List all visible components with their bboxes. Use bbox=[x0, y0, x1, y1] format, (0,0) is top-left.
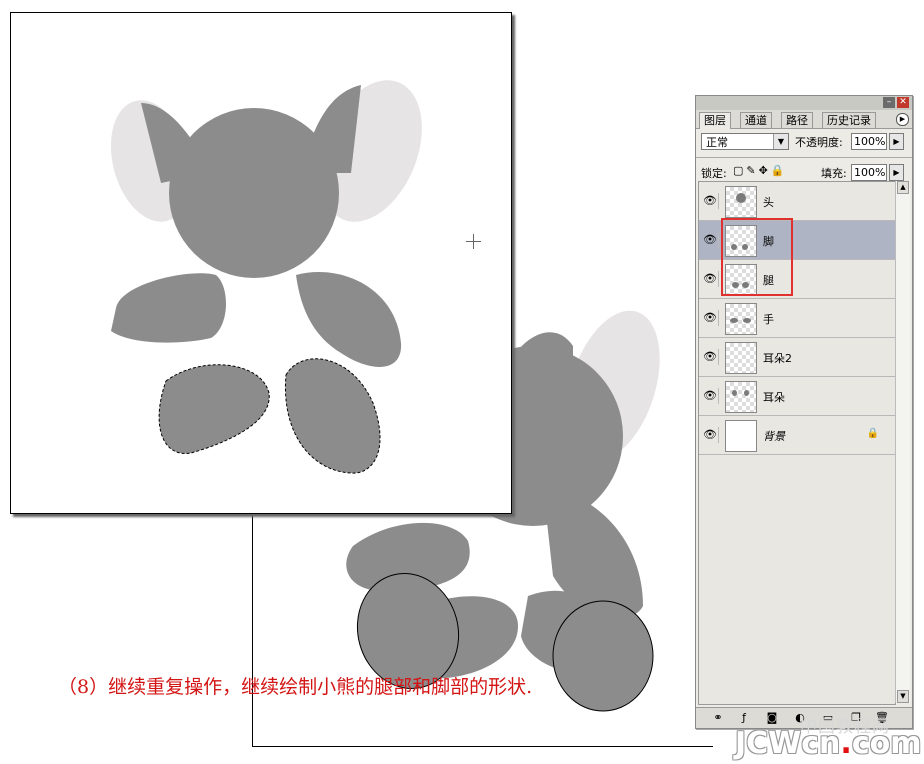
eye-icon[interactable]: 👁 bbox=[702, 193, 719, 209]
bear-arm-right bbox=[296, 272, 402, 367]
layer-thumbnail bbox=[725, 303, 757, 335]
tab-paths[interactable]: 路径 bbox=[781, 112, 813, 128]
tab-channels[interactable]: 通道 bbox=[740, 112, 772, 128]
fill-arrow-icon[interactable]: ▶ bbox=[889, 164, 904, 181]
link-icon[interactable]: ⚭ bbox=[710, 711, 726, 725]
layer-name: 手 bbox=[763, 313, 774, 326]
layer-row[interactable]: 👁 手 bbox=[699, 299, 895, 338]
close-icon[interactable]: ✕ bbox=[897, 97, 909, 108]
minimize-icon[interactable]: – bbox=[883, 97, 895, 108]
layer-name: 耳朵 bbox=[763, 391, 785, 404]
layer-thumbnail bbox=[725, 186, 757, 218]
bear-leg-left-selection bbox=[158, 364, 270, 454]
eye-icon[interactable]: 👁 bbox=[702, 427, 719, 443]
fill-label: 填充: bbox=[821, 167, 847, 180]
layer-name: 背景 bbox=[763, 430, 785, 443]
layer-name: 耳朵2 bbox=[763, 352, 792, 365]
layer-style-icon[interactable]: ƒ bbox=[736, 711, 752, 725]
layer-thumbnail bbox=[725, 381, 757, 413]
layer-row[interactable]: 👁 头 bbox=[699, 182, 895, 221]
panel-tabs: 图层 通道 路径 历史记录 ▶ bbox=[696, 110, 912, 129]
crosshair-cursor-icon bbox=[466, 234, 481, 249]
mask-icon[interactable]: ◙ bbox=[764, 711, 780, 725]
layer-thumbnail bbox=[725, 342, 757, 374]
eye-icon[interactable]: 👁 bbox=[702, 271, 719, 287]
bear-head bbox=[169, 108, 339, 278]
eye-icon[interactable]: 👁 bbox=[702, 388, 719, 404]
blend-row: 正常 ▼ 不透明度: 100% ▶ bbox=[696, 129, 912, 155]
panel-titlebar[interactable]: – ✕ bbox=[696, 96, 912, 110]
bear-arm-left bbox=[111, 273, 227, 343]
tab-history[interactable]: 历史记录 bbox=[822, 112, 876, 128]
tab-layers[interactable]: 图层 bbox=[699, 112, 731, 129]
eye-icon[interactable]: 👁 bbox=[702, 232, 719, 248]
layers-scrollbar[interactable]: ▲ ▼ bbox=[895, 181, 910, 703]
blend-mode-select[interactable]: 正常 ▼ bbox=[701, 133, 789, 150]
eye-icon[interactable]: 👁 bbox=[702, 349, 719, 365]
tutorial-caption: （8）继续重复操作，继续绘制小熊的腿部和脚部的形状. bbox=[58, 676, 533, 698]
watermark-brand: JCWcn bbox=[735, 726, 841, 761]
chevron-down-icon[interactable]: ▼ bbox=[773, 134, 788, 149]
selected-layers-highlight bbox=[721, 218, 793, 296]
fill-input[interactable]: 100% bbox=[851, 164, 887, 181]
watermark-domain: com bbox=[851, 726, 922, 761]
watermark-dot: . bbox=[840, 726, 852, 761]
front-canvas-art bbox=[110, 80, 422, 474]
lock-label: 锁定: bbox=[701, 167, 727, 180]
panel-menu-icon[interactable]: ▶ bbox=[896, 113, 909, 126]
bear-leg-right-selection bbox=[284, 358, 381, 474]
scroll-down-icon[interactable]: ▼ bbox=[897, 690, 909, 703]
layer-row[interactable]: 👁 耳朵 bbox=[699, 377, 895, 416]
lock-icon: 🔒 bbox=[866, 428, 879, 439]
bear-foot-right bbox=[552, 600, 654, 712]
layer-thumbnail bbox=[725, 420, 757, 452]
watermark-logo: JCWcn.com bbox=[735, 726, 921, 761]
layer-name: 头 bbox=[763, 196, 774, 209]
front-canvas[interactable] bbox=[10, 12, 512, 514]
eye-icon[interactable]: 👁 bbox=[702, 310, 719, 326]
lock-options-icons[interactable]: ▢✎✥🔒 bbox=[733, 164, 788, 177]
opacity-label: 不透明度: bbox=[795, 136, 843, 149]
layer-row[interactable]: 👁 耳朵2 bbox=[699, 338, 895, 377]
scroll-up-icon[interactable]: ▲ bbox=[897, 181, 909, 194]
divider bbox=[696, 157, 912, 158]
layers-panel: – ✕ 图层 通道 路径 历史记录 ▶ 正常 ▼ 不透明度: 100% ▶ 锁定… bbox=[695, 95, 913, 729]
opacity-input[interactable]: 100% bbox=[851, 133, 887, 150]
blend-mode-value: 正常 bbox=[706, 136, 728, 149]
opacity-arrow-icon[interactable]: ▶ bbox=[889, 133, 904, 150]
layer-row-background[interactable]: 👁 背景 🔒 bbox=[699, 416, 895, 455]
